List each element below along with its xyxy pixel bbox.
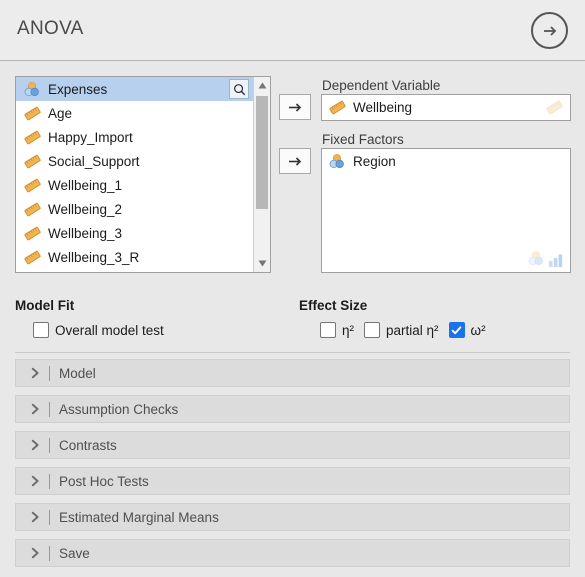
variable-name: Region <box>353 154 396 169</box>
run-analysis-button[interactable] <box>531 12 568 49</box>
collapsible-section[interactable]: Model <box>15 359 570 387</box>
assign-dependent-variable-button[interactable] <box>279 94 311 120</box>
continuous-measure-icon <box>24 130 41 144</box>
triangle-down-icon <box>258 260 266 267</box>
collapsible-section[interactable]: Post Hoc Tests <box>15 467 570 495</box>
variable-list-item[interactable]: Wellbeing_2 <box>16 197 253 221</box>
checkbox-option[interactable]: Overall model test <box>33 322 164 338</box>
chevron-right-icon <box>31 511 40 523</box>
nominal-measure-icon <box>24 81 39 96</box>
separator <box>49 401 50 417</box>
checkbox-label: partial η² <box>386 322 439 338</box>
model-fit-options: Overall model test <box>33 322 174 338</box>
variable-name: Social_Support <box>48 153 140 169</box>
chevron-right-icon <box>31 475 40 487</box>
collapsible-section[interactable]: Contrasts <box>15 431 570 459</box>
dependent-variable-box[interactable]: Wellbeing <box>321 94 571 121</box>
collapsible-section[interactable]: Save <box>15 539 570 567</box>
panel-header: ANOVA <box>0 0 585 61</box>
variable-name: Age <box>48 105 73 121</box>
variable-list-item[interactable]: Social_Support <box>16 149 253 173</box>
arrow-right-icon <box>288 102 301 112</box>
variable-list-item[interactable]: Wellbeing_3 <box>16 221 253 245</box>
variable-name: Happy_Import <box>48 129 133 145</box>
checkbox-option[interactable]: partial η² <box>364 322 439 338</box>
separator <box>49 473 50 489</box>
search-icon <box>233 83 245 95</box>
chevron-right-icon <box>31 403 40 415</box>
section-label: Estimated Marginal Means <box>59 509 219 525</box>
continuous-measure-icon <box>24 178 41 192</box>
separator <box>49 437 50 453</box>
fixed-factors-box[interactable]: Region <box>321 148 571 273</box>
variable-list-item[interactable]: Wellbeing_1 <box>16 173 253 197</box>
nominal-measure-icon <box>329 154 344 169</box>
variable-name: Wellbeing_1 <box>48 177 123 193</box>
checkbox[interactable] <box>320 322 336 338</box>
scroll-down-button[interactable] <box>254 255 270 272</box>
effect-size-title: Effect Size <box>299 298 368 313</box>
collapsible-section[interactable]: Estimated Marginal Means <box>15 503 570 531</box>
variable-list[interactable]: Expenses Age Happy_Import Social_Support Wel… <box>16 77 253 272</box>
separator <box>49 509 50 525</box>
section-label: Contrasts <box>59 437 117 453</box>
bar-chart-icon <box>549 254 563 267</box>
arrow-right-icon <box>543 25 556 36</box>
variable-name: Wellbeing_3 <box>48 225 123 241</box>
checkbox-label: η² <box>342 322 355 338</box>
arrow-right-icon <box>288 156 301 166</box>
continuous-measure-icon <box>24 202 41 216</box>
continuous-measure-icon <box>24 106 41 120</box>
nominal-measure-icon <box>528 251 543 266</box>
section-label: Assumption Checks <box>59 401 179 417</box>
dependent-variable-label: Dependent Variable <box>322 78 441 93</box>
search-button[interactable] <box>229 79 249 99</box>
variable-list-item-partial[interactable] <box>16 269 253 272</box>
checkbox-option[interactable]: ω² <box>448 322 486 338</box>
variable-list-item[interactable]: Happy_Import <box>16 125 253 149</box>
checkbox-label: ω² <box>470 322 486 338</box>
assigned-variable-item[interactable]: Wellbeing <box>322 96 570 119</box>
section-label: Post Hoc Tests <box>59 473 149 489</box>
checkbox-label: Overall model test <box>55 322 164 338</box>
triangle-up-icon <box>258 82 266 89</box>
continuous-measure-icon <box>24 154 41 168</box>
continuous-measure-icon <box>329 100 346 115</box>
divider <box>15 352 570 353</box>
checkbox[interactable] <box>448 322 465 338</box>
separator <box>49 545 50 561</box>
checkbox[interactable] <box>364 322 381 338</box>
chevron-right-icon <box>31 547 40 559</box>
scroll-up-button[interactable] <box>254 77 270 94</box>
chevron-right-icon <box>31 367 40 379</box>
variable-list-scrollbar[interactable] <box>253 77 270 272</box>
checkbox[interactable] <box>33 322 49 338</box>
variable-list-item[interactable]: Expenses <box>16 77 253 101</box>
section-label: Model <box>59 365 96 381</box>
assigned-variable-item[interactable]: Region <box>322 150 570 173</box>
continuous-measure-icon <box>24 250 41 264</box>
chevron-right-icon <box>31 439 40 451</box>
variable-name: Wellbeing_2 <box>48 201 123 217</box>
assign-fixed-factors-button[interactable] <box>279 148 311 174</box>
effect-size-options: η² partial η² ω² <box>320 322 496 338</box>
allowed-type-watermark <box>528 250 564 267</box>
variable-list-item[interactable]: Age <box>16 101 253 125</box>
collapsible-section[interactable]: Assumption Checks <box>15 395 570 423</box>
variable-list-item[interactable]: Wellbeing_3_R <box>16 245 253 269</box>
anova-options-panel: ANOVA Expenses Age Happy_Import Social_Supp… <box>0 0 585 577</box>
section-label: Save <box>59 545 90 561</box>
variable-supplier-list[interactable]: Expenses Age Happy_Import Social_Support Wel… <box>15 76 271 273</box>
separator <box>49 365 50 381</box>
variable-name: Expenses <box>48 81 108 97</box>
checkbox-option[interactable]: η² <box>320 322 354 338</box>
scrollbar-thumb[interactable] <box>256 96 268 209</box>
variable-name: Wellbeing <box>353 100 413 115</box>
check-icon <box>451 325 462 334</box>
variable-name: Wellbeing_3_R <box>48 249 140 265</box>
continuous-measure-icon <box>24 226 41 240</box>
page-title: ANOVA <box>17 18 84 39</box>
model-fit-title: Model Fit <box>15 298 75 313</box>
fixed-factors-label: Fixed Factors <box>322 132 404 147</box>
